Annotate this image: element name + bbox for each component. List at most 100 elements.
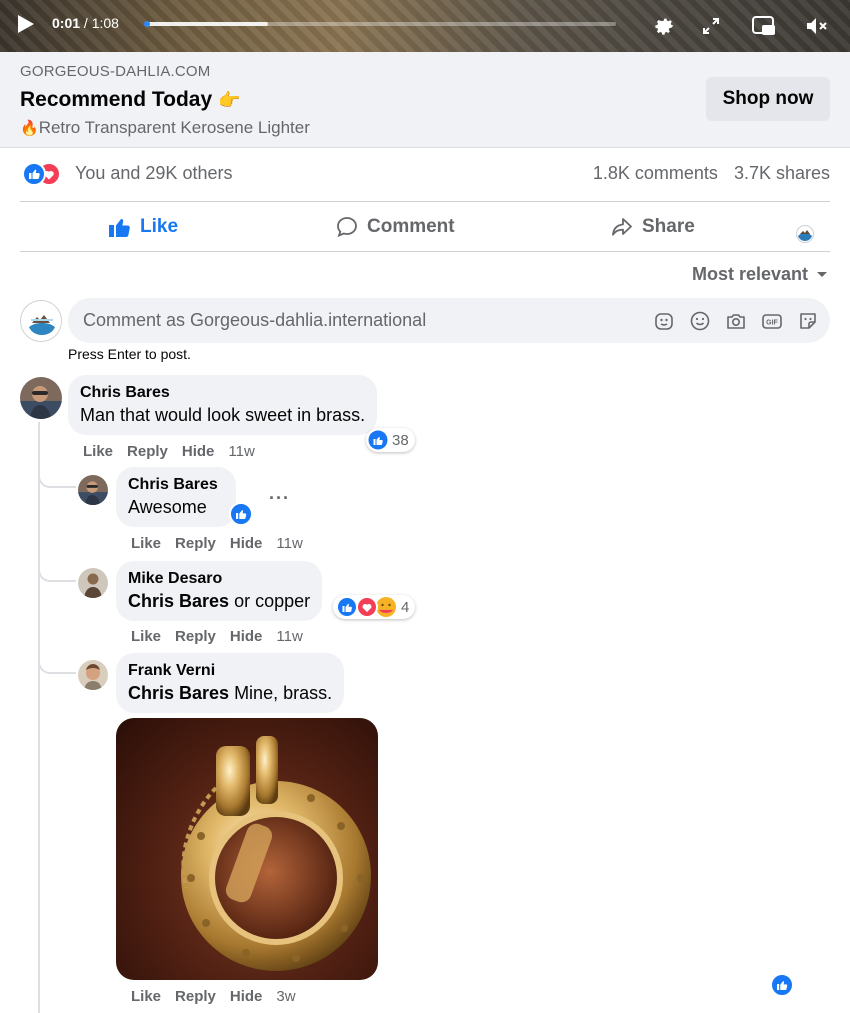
like-reaction-icon: [229, 502, 253, 526]
avatar[interactable]: [78, 568, 108, 598]
comment-reaction-count[interactable]: 38: [366, 428, 415, 452]
post-actions: Like Comment Share: [20, 204, 830, 250]
like-reaction-icon: [368, 430, 388, 450]
share-arrow-icon: [612, 218, 632, 236]
comment-text: Man that would look sweet in brass.: [80, 405, 366, 425]
comment-reply-link[interactable]: Reply: [175, 628, 216, 645]
ad-title: Recommend Today 👉: [20, 88, 240, 112]
caret-down-icon: [817, 271, 827, 277]
fire-emoji-icon: 🔥: [20, 120, 39, 137]
comment-sort-dropdown[interactable]: Most relevant: [692, 264, 828, 285]
ad-link-preview[interactable]: GORGEOUS-DAHLIA.COM Recommend Today 👉 🔥R…: [0, 52, 850, 148]
reaction-summary[interactable]: [22, 162, 70, 186]
ad-subtitle-text: Retro Transparent Kerosene Lighter: [38, 118, 310, 137]
reply-connector: [38, 468, 76, 488]
picture-in-picture-icon[interactable]: [750, 12, 778, 40]
comment-hide-link[interactable]: Hide: [230, 988, 263, 1005]
comment-hide-link[interactable]: Hide: [230, 628, 263, 645]
user-photo-icon: [78, 568, 108, 598]
like-button[interactable]: Like: [108, 212, 178, 242]
avatar[interactable]: [78, 475, 108, 505]
gif-icon[interactable]: GIF: [760, 309, 784, 333]
avatar-sticker-icon[interactable]: [652, 309, 676, 333]
comment-reply-link[interactable]: Reply: [127, 443, 168, 460]
page-logo-icon: [21, 301, 61, 341]
comment-author[interactable]: Mike Desaro: [128, 569, 310, 589]
ad-domain: GORGEOUS-DAHLIA.COM: [20, 63, 211, 80]
comment-input-placeholder: Comment as Gorgeous-dahlia.international: [83, 310, 427, 330]
camera-icon[interactable]: [724, 309, 748, 333]
video-progress-bar[interactable]: [144, 21, 616, 27]
emoji-icon[interactable]: [688, 309, 712, 333]
comment-like-link[interactable]: Like: [131, 628, 161, 645]
comment-timestamp[interactable]: 3w: [276, 988, 295, 1005]
comment-author[interactable]: Frank Verni: [128, 661, 332, 681]
comment-reply-link[interactable]: Reply: [175, 988, 216, 1005]
comment-attached-photo[interactable]: [116, 718, 378, 980]
comment-button[interactable]: Comment: [335, 212, 455, 242]
like-reaction-badge[interactable]: [229, 502, 253, 531]
comment-hide-link[interactable]: Hide: [230, 535, 263, 552]
comment-text: Awesome: [128, 497, 207, 517]
video-progress-head[interactable]: [144, 21, 150, 27]
like-reaction-badge[interactable]: [770, 973, 794, 1002]
comment-bubble: Chris Bares Man that would look sweet in…: [68, 375, 378, 435]
comment-text: Chris Bares Mine, brass.: [128, 681, 332, 705]
comment-bubble: Mike Desaro Chris Bares or copper: [116, 561, 323, 621]
comment-reaction-count[interactable]: 4: [333, 595, 416, 619]
reply-connector: [38, 562, 76, 582]
reaction-count-value: 4: [401, 598, 410, 616]
comment-like-link[interactable]: Like: [83, 443, 113, 460]
comment-hide-link[interactable]: Hide: [182, 443, 215, 460]
comment-input[interactable]: Comment as Gorgeous-dahlia.international…: [68, 298, 830, 343]
comment-author[interactable]: Chris Bares: [80, 383, 365, 403]
mute-icon[interactable]: [803, 12, 831, 40]
reply-connector: [38, 654, 76, 674]
commenter-avatar: [20, 300, 62, 342]
comment-timestamp[interactable]: 11w: [276, 535, 302, 552]
comment-author[interactable]: Chris Bares: [128, 475, 218, 495]
comment-mention[interactable]: Chris Bares: [128, 683, 229, 703]
video-progress-played: [146, 22, 269, 26]
comment-bubble: Chris Bares Awesome: [116, 467, 236, 527]
comment-like-link[interactable]: Like: [131, 988, 161, 1005]
press-enter-hint: Press Enter to post.: [68, 346, 191, 362]
reaction-icons-like-love-care: [336, 596, 396, 618]
shop-now-button[interactable]: Shop now: [706, 77, 830, 121]
composer-tools: GIF: [652, 309, 820, 333]
share-button[interactable]: Share: [610, 212, 695, 242]
comment-meta: Like Reply Hide 11w: [131, 535, 303, 552]
like-label: Like: [140, 216, 179, 237]
play-icon[interactable]: [18, 15, 34, 33]
comment-timestamp[interactable]: 11w: [276, 628, 302, 645]
avatar[interactable]: [78, 660, 108, 690]
ad-title-text: Recommend Today: [20, 88, 213, 111]
video-duration: / 1:08: [83, 15, 119, 31]
more-options-icon[interactable]: ···: [269, 488, 290, 509]
comment-meta: Like Reply Hide 11w: [83, 443, 255, 460]
fullscreen-icon[interactable]: [697, 12, 725, 40]
comments-count[interactable]: 1.8K comments: [593, 163, 718, 183]
sticker-icon[interactable]: [796, 309, 820, 333]
comment-mention[interactable]: Chris Bares: [128, 591, 229, 611]
comment-reply-link[interactable]: Reply: [175, 535, 216, 552]
reactions-text[interactable]: You and 29K others: [75, 163, 232, 184]
comment-like-link[interactable]: Like: [131, 535, 161, 552]
comment-bubble: Frank Verni Chris Bares Mine, brass.: [116, 653, 345, 713]
thread-connector-line: [38, 422, 40, 1013]
comment-timestamp[interactable]: 11w: [228, 443, 254, 460]
post-counts: 1.8K comments 3.7K shares: [593, 163, 830, 184]
post-stats: You and 29K others 1.8K comments 3.7K sha…: [20, 160, 830, 188]
comment-meta: Like Reply Hide 11w: [131, 628, 303, 645]
settings-gear-icon[interactable]: [650, 12, 678, 40]
page-avatar-icon: [796, 225, 814, 243]
comment-meta: Like Reply Hide 3w: [131, 988, 296, 1005]
share-label: Share: [642, 216, 695, 237]
divider: [20, 201, 830, 202]
shares-count[interactable]: 3.7K shares: [734, 163, 830, 183]
thumbs-up-icon: [109, 219, 130, 237]
avatar[interactable]: [20, 377, 62, 419]
brass-lighter-photo: [181, 736, 371, 971]
page-avatar-selector[interactable]: [796, 219, 814, 249]
video-player-controls: 0:01 / 1:08: [0, 0, 850, 52]
